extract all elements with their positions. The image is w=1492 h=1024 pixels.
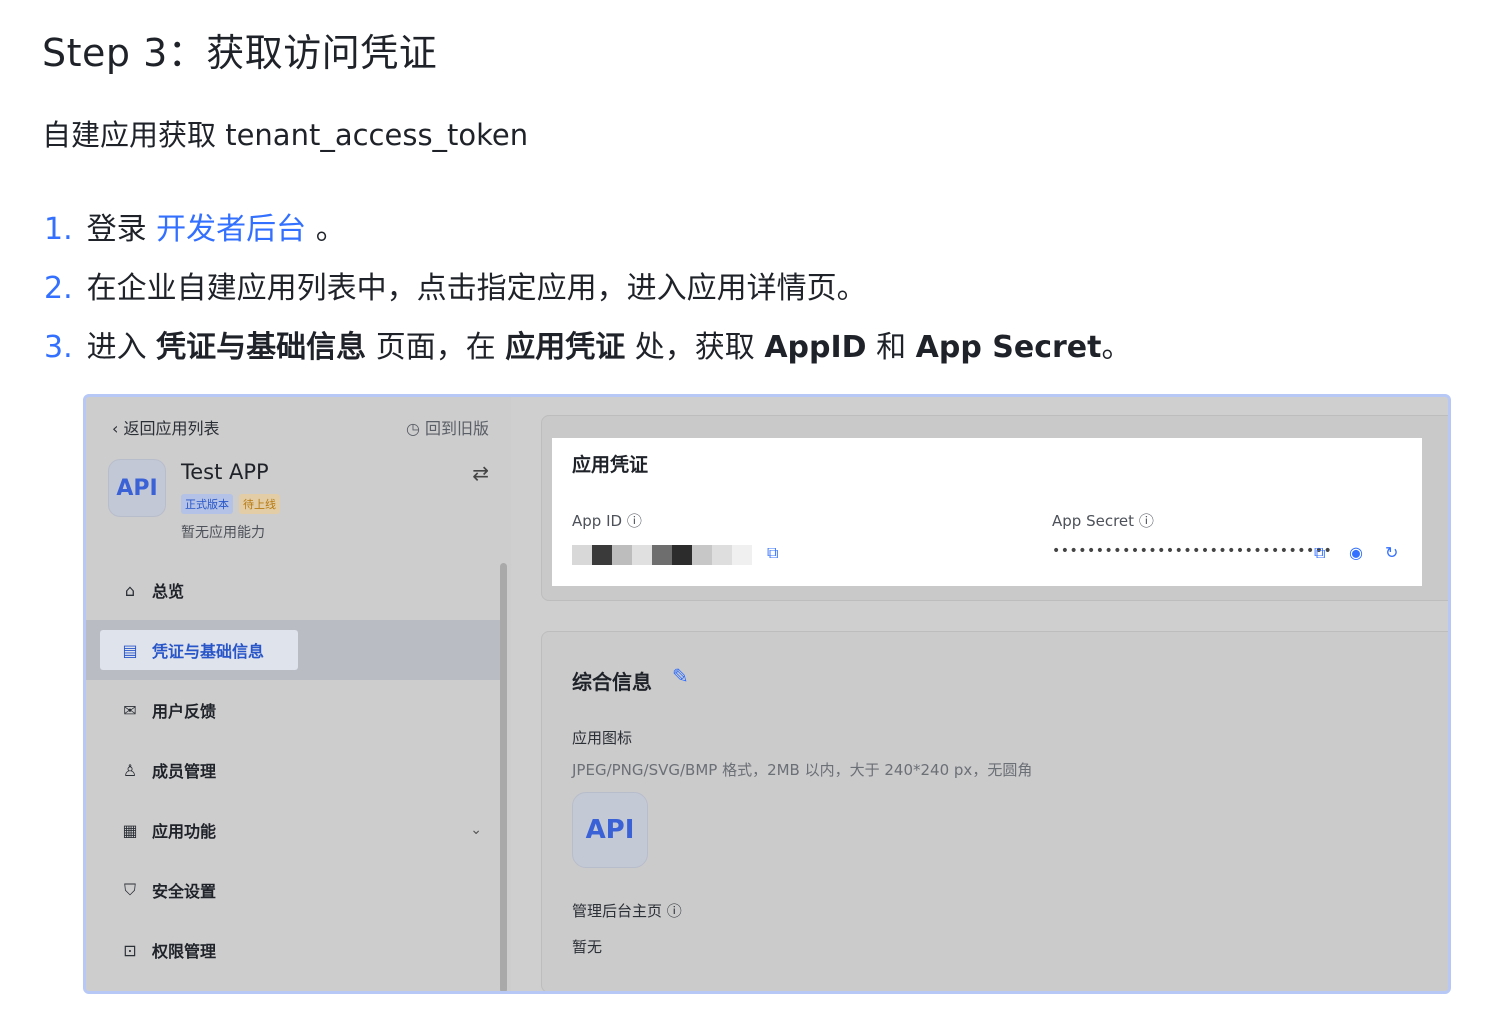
app-avatar: API: [108, 459, 166, 517]
copy-icon[interactable]: ⧉: [767, 543, 778, 563]
sidebar-item-label: 权限管理: [152, 942, 217, 961]
mail-icon: ✉: [123, 700, 137, 720]
id-card-icon: ▤: [122, 640, 138, 660]
back-to-app-list-link[interactable]: ‹ 返回应用列表: [112, 415, 220, 439]
sidebar-item-label: 安全设置: [152, 882, 217, 901]
step-text: 和: [866, 330, 916, 365]
app-icon-hint: JPEG/PNG/SVG/BMP 格式，2MB 以内，大于 240*240 px…: [572, 761, 1033, 779]
step-item: 1. 登录 开发者后台 。: [44, 200, 1131, 259]
sidebar-item-label: 成员管理: [152, 762, 217, 781]
refresh-icon[interactable]: ↻: [1385, 543, 1398, 562]
sidebar-item-feedback[interactable]: ✉ 用户反馈: [86, 680, 500, 740]
sidebar-item-credentials[interactable]: ▤ 凭证与基础信息: [86, 620, 500, 680]
label-text: 管理后台主页: [572, 902, 663, 920]
app-icon-label: 应用图标: [572, 729, 633, 747]
sidebar-item-overview[interactable]: ⌂ 总览: [86, 560, 500, 620]
status-badge: 待上线: [239, 494, 280, 514]
step-number: 3.: [44, 330, 73, 365]
help-icon[interactable]: ⓘ: [667, 902, 682, 920]
step-text: 处，获取: [625, 330, 765, 365]
app-tags: 正式版本 待上线: [181, 494, 280, 514]
active-item-highlight: ▤ 凭证与基础信息: [100, 630, 298, 670]
general-info-card: 综合信息 ✎ 应用图标 JPEG/PNG/SVG/BMP 格式，2MB 以内，大…: [541, 631, 1448, 991]
label-text: App Secret: [1052, 512, 1135, 530]
sidebar: ‹ 返回应用列表 ◷ 回到旧版 API Test APP ⇄ 正式版本 待上线 …: [86, 397, 511, 991]
app-id-masked-value: [572, 545, 752, 567]
step-text: 登录: [86, 212, 157, 247]
label-text: App ID: [572, 512, 623, 530]
old-version-label: 回到旧版: [424, 419, 489, 438]
app-secret-masked-value: ••••••••••••••••••••••••••••••••: [1052, 543, 1333, 559]
sidebar-scrollbar[interactable]: [500, 563, 507, 991]
copy-icon[interactable]: ⧉: [1314, 543, 1325, 563]
section-subtitle: 自建应用获取 tenant_access_token: [42, 118, 529, 152]
old-version-link[interactable]: ◷ 回到旧版: [406, 415, 489, 439]
help-icon[interactable]: ⓘ: [627, 512, 642, 530]
sidebar-item-label: 应用功能: [152, 822, 217, 841]
sidebar-item-label: 凭证与基础信息: [152, 642, 265, 661]
embedded-screenshot: ‹ 返回应用列表 ◷ 回到旧版 API Test APP ⇄ 正式版本 待上线 …: [83, 394, 1451, 994]
page-title: Step 3：获取访问凭证: [42, 31, 438, 75]
step-text: 。: [1101, 330, 1132, 365]
sidebar-nav: ⌂ 总览 ▤ 凭证与基础信息 ✉ 用户反馈 ♙ 成员管理 ▦ 应用功能 ⌄ ⛉ …: [86, 560, 500, 980]
doc-page: Step 3：获取访问凭证 自建应用获取 tenant_access_token…: [0, 0, 1492, 1024]
step-text: 在企业自建应用列表中，点击指定应用，进入应用详情页。: [86, 271, 867, 306]
app-capability: 暂无应用能力: [181, 525, 265, 541]
briefcase-icon: ⊡: [123, 940, 137, 960]
edit-icon[interactable]: ✎: [672, 664, 689, 688]
step-item: 3. 进入 凭证与基础信息 页面，在 应用凭证 处，获取 AppID 和 App …: [44, 318, 1131, 377]
app-name: Test APP: [181, 460, 269, 484]
sidebar-item-permissions[interactable]: ⊡ 权限管理: [86, 920, 500, 980]
step-number: 1.: [44, 212, 73, 247]
app-id-label: App ID ⓘ: [572, 510, 642, 531]
help-icon[interactable]: ⓘ: [1139, 512, 1154, 530]
step-bold: 凭证与基础信息: [156, 330, 367, 365]
step-bold: App Secret: [915, 330, 1102, 365]
chevron-down-icon: ⌄: [470, 822, 482, 838]
sidebar-item-label: 总览: [152, 582, 185, 601]
step-bold: AppID: [764, 330, 867, 365]
developer-console-link[interactable]: 开发者后台: [156, 212, 306, 247]
eye-icon[interactable]: ◉: [1349, 543, 1363, 562]
step-text: 。: [306, 212, 346, 247]
home-icon: ⌂: [124, 580, 136, 600]
step-number: 2.: [44, 271, 73, 306]
sidebar-item-security[interactable]: ⛉ 安全设置: [86, 860, 500, 920]
step-bold: 应用凭证: [505, 330, 626, 365]
general-info-title: 综合信息: [572, 670, 652, 694]
app-icon-preview[interactable]: API: [572, 792, 648, 868]
user-add-icon: ♙: [122, 760, 138, 780]
step-list: 1. 登录 开发者后台 。 2. 在企业自建应用列表中，点击指定应用，进入应用详情页…: [44, 200, 1131, 377]
admin-home-value: 暂无: [572, 938, 603, 956]
app-secret-label: App Secret ⓘ: [1052, 510, 1154, 531]
sidebar-item-features[interactable]: ▦ 应用功能 ⌄: [86, 800, 500, 860]
swap-icon[interactable]: ⇄: [472, 461, 489, 485]
step-text: 页面，在: [366, 330, 506, 365]
credentials-title: 应用凭证: [572, 454, 649, 476]
back-label: 返回应用列表: [123, 419, 220, 438]
step-item: 2. 在企业自建应用列表中，点击指定应用，进入应用详情页。: [44, 259, 1131, 318]
status-badge: 正式版本: [181, 494, 233, 514]
sidebar-item-label: 用户反馈: [152, 702, 217, 721]
credentials-panel: 应用凭证 App ID ⓘ ⧉ App Secret ⓘ •••••••••••…: [552, 438, 1422, 586]
history-icon: ◷: [405, 419, 425, 438]
grid-icon: ▦: [122, 820, 138, 840]
step-text: 进入: [86, 330, 157, 365]
chevron-left-icon: ‹: [112, 419, 124, 438]
admin-home-label: 管理后台主页 ⓘ: [572, 900, 682, 921]
sidebar-item-members[interactable]: ♙ 成员管理: [86, 740, 500, 800]
shield-icon: ⛉: [123, 880, 136, 899]
